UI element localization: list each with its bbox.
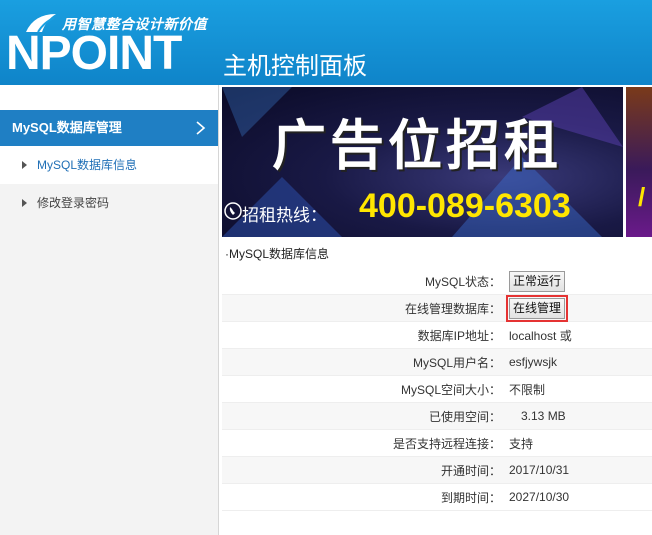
chevron-right-icon [196,121,206,135]
info-section-title: ·MySQL数据库信息 [225,247,330,261]
row-value: 在线管理 [501,294,569,322]
mysql-status-button[interactable]: 正常运行 [509,270,566,292]
row-value: 不限制 [509,382,546,397]
row-value: 2027/10/30 [509,490,570,504]
row-label: 是否支持远程连接： [392,436,501,451]
table-row: MySQL用户名： esfjywsjk [222,349,652,376]
phone-icon [224,202,242,220]
ad-title: 广告位招租 [272,114,562,177]
row-value: 正常运行 [501,270,566,292]
sidebar-item-label: MySQL数据库信息 [37,158,138,172]
triangle-right-icon [22,161,27,169]
row-label: 数据库IP地址： [417,328,501,343]
ad-banner-secondary[interactable]: / [626,87,652,237]
info-table: MySQL状态： 正常运行 在线管理数据库： 在线管理 数据库IP地址： loc… [222,268,652,511]
sidebar-section-title: MySQL数据库管理 [12,120,122,135]
banner-secondary-glyph: / [638,182,646,212]
row-label: MySQL用户名： [412,355,501,370]
table-row: 在线管理数据库： 在线管理 [222,294,652,322]
main-content: 广告位招租 招租热线： 400-089-6303 / ·MySQL数据库信息 M… [220,85,652,535]
row-value: esfjywsjk [509,355,558,369]
row-value: 3.13 MB [521,409,566,423]
ad-banner[interactable]: 广告位招租 招租热线： 400-089-6303 [222,87,623,237]
row-label: 到期时间： [440,490,501,505]
online-manage-button[interactable]: 在线管理 [505,294,569,322]
table-row: 数据库IP地址： localhost 或 [222,322,652,349]
hotline-label: 招租热线： [242,206,327,225]
row-value: 2017/10/31 [509,463,570,477]
row-label: MySQL空间大小： [400,382,501,397]
panel-title: 主机控制面板 [223,53,367,80]
row-label: 在线管理数据库： [404,301,501,316]
table-row: 已使用空间： 3.13 MB [222,403,652,430]
row-value: localhost 或 [509,328,572,343]
row-label: 已使用空间： [428,409,501,424]
row-label: 开通时间： [440,463,501,478]
sidebar: MySQL数据库管理 MySQL数据库信息 修改登录密码 [0,85,219,535]
sidebar-gap [0,85,218,110]
table-row: 到期时间： 2027/10/30 [222,484,652,511]
table-row: 开通时间： 2017/10/31 [222,457,652,484]
row-label: MySQL状态： [424,274,501,289]
sidebar-item-change-password[interactable]: 修改登录密码 [0,184,218,222]
sidebar-item-label: 修改登录密码 [37,196,110,210]
brand-logo[interactable]: NPOINT [6,30,182,78]
sidebar-item-mysql-info[interactable]: MySQL数据库信息 [0,146,218,184]
sidebar-section-mysql[interactable]: MySQL数据库管理 [0,110,218,146]
table-row: MySQL空间大小： 不限制 [222,376,652,403]
table-row: MySQL状态： 正常运行 [222,268,652,295]
triangle-right-icon [22,199,27,207]
row-value: 支持 [509,436,534,451]
table-row: 是否支持远程连接： 支持 [222,430,652,457]
hotline-number: 400-089-6303 [359,187,571,225]
header: 用智慧整合设计新价值 NPOINT 主机控制面板 [0,0,652,85]
